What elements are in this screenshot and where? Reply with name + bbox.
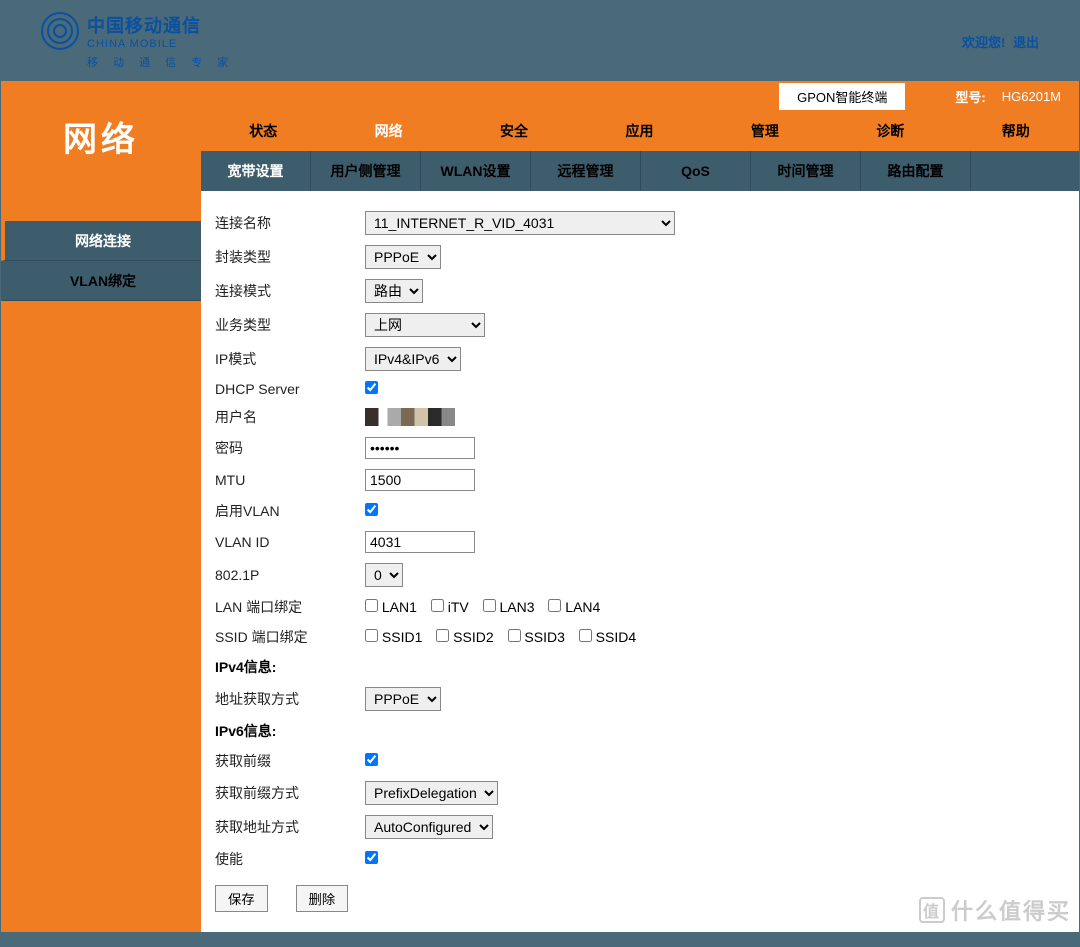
dhcp-label: DHCP Server <box>215 381 365 397</box>
ipv6-prefix-checkbox[interactable] <box>365 753 378 766</box>
watermark-text: 什么值得买 <box>951 894 1071 926</box>
nav-status[interactable]: 状态 <box>201 111 326 151</box>
nav-network[interactable]: 网络 <box>326 111 451 151</box>
ssid4-label: SSID4 <box>596 629 636 645</box>
conn-name-label: 连接名称 <box>215 213 365 233</box>
main-nav: 状态 网络 安全 应用 管理 诊断 帮助 <box>201 111 1079 151</box>
brand-en: CHINA MOBILE <box>87 38 234 50</box>
ssid1-checkbox[interactable] <box>365 629 378 642</box>
sidebar-item-network-conn[interactable]: 网络连接 <box>1 221 201 261</box>
nav-security[interactable]: 安全 <box>452 111 577 151</box>
brand-cn: 中国移动通信 <box>87 12 234 38</box>
footer-bar <box>1 932 1079 946</box>
ssid-bind-label: SSID 端口绑定 <box>215 627 365 647</box>
ssid3-label: SSID3 <box>524 629 564 645</box>
ssid3-checkbox[interactable] <box>508 629 521 642</box>
conn-mode-label: 连接模式 <box>215 281 365 301</box>
ssid2-label: SSID2 <box>453 629 493 645</box>
lan3-label: LAN3 <box>499 599 534 615</box>
nav-manage[interactable]: 管理 <box>703 111 828 151</box>
ipv6-addr-mode-select[interactable]: AutoConfigured <box>365 815 493 839</box>
pwd-label: 密码 <box>215 438 365 458</box>
ipv6-prefix-mode-select[interactable]: PrefixDelegation <box>365 781 498 805</box>
logout-link[interactable]: 退出 <box>1013 35 1039 50</box>
subnav-userside[interactable]: 用户侧管理 <box>311 151 421 191</box>
page-title: 网络 <box>1 81 201 191</box>
content-panel: 连接名称 11_INTERNET_R_VID_4031 封装类型 PPPoE 连… <box>201 191 1079 932</box>
encap-select[interactable]: PPPoE <box>365 245 441 269</box>
mtu-label: MTU <box>215 472 365 488</box>
info-bar: GPON智能终端 型号: HG6201M <box>201 81 1079 111</box>
lan1-checkbox[interactable] <box>365 599 378 612</box>
ssid4-checkbox[interactable] <box>579 629 592 642</box>
encap-label: 封装类型 <box>215 247 365 267</box>
nav-help[interactable]: 帮助 <box>954 111 1079 151</box>
conn-name-select[interactable]: 11_INTERNET_R_VID_4031 <box>365 211 675 235</box>
model-label: 型号: <box>945 83 995 110</box>
enable-label: 使能 <box>215 849 365 869</box>
vlan-en-label: 启用VLAN <box>215 501 365 521</box>
gpon-label: GPON智能终端 <box>779 83 905 110</box>
ipv4-addr-mode-label: 地址获取方式 <box>215 689 365 709</box>
model-value: HG6201M <box>996 85 1067 108</box>
watermark: 值 什么值得买 <box>919 894 1071 926</box>
brand-logo: 中国移动通信 CHINA MOBILE 移 动 通 信 专 家 <box>41 12 234 70</box>
subnav-time[interactable]: 时间管理 <box>751 151 861 191</box>
ssid1-label: SSID1 <box>382 629 422 645</box>
sidebar-item-vlan-bind[interactable]: VLAN绑定 <box>1 261 201 301</box>
lan4-checkbox[interactable] <box>548 599 561 612</box>
welcome-text: 欢迎您! <box>962 35 1005 50</box>
lan-bind-label: LAN 端口绑定 <box>215 597 365 617</box>
subnav-qos[interactable]: QoS <box>641 151 751 191</box>
8021p-label: 802.1P <box>215 567 365 583</box>
service-label: 业务类型 <box>215 315 365 335</box>
header: 中国移动通信 CHINA MOBILE 移 动 通 信 专 家 欢迎您! 退出 <box>1 1 1079 81</box>
8021p-select[interactable]: 0 <box>365 563 403 587</box>
conn-mode-select[interactable]: 路由 <box>365 279 423 303</box>
sub-nav: 宽带设置 用户侧管理 WLAN设置 远程管理 QoS 时间管理 路由配置 <box>201 151 1079 191</box>
lan3-checkbox[interactable] <box>483 599 496 612</box>
user-label: 用户名 <box>215 407 365 427</box>
lan1-label: LAN1 <box>382 599 417 615</box>
brand-sub: 移 动 通 信 专 家 <box>87 54 234 70</box>
dhcp-checkbox[interactable] <box>365 381 378 394</box>
subnav-broadband[interactable]: 宽带设置 <box>201 151 311 191</box>
subnav-wlan[interactable]: WLAN设置 <box>421 151 531 191</box>
service-select[interactable]: 上网 <box>365 313 485 337</box>
welcome-block: 欢迎您! 退出 <box>962 32 1039 51</box>
ipv4-addr-mode-select[interactable]: PPPoE <box>365 687 441 711</box>
ip-mode-select[interactable]: IPv4&IPv6 <box>365 347 461 371</box>
nav-app[interactable]: 应用 <box>577 111 702 151</box>
ipv6-prefix-mode-label: 获取前缀方式 <box>215 783 365 803</box>
delete-button[interactable]: 删除 <box>296 885 349 912</box>
ipv6-addr-mode-label: 获取地址方式 <box>215 817 365 837</box>
lan4-label: LAN4 <box>565 599 600 615</box>
ipv6-prefix-label: 获取前缀 <box>215 751 365 771</box>
itv-checkbox[interactable] <box>431 599 444 612</box>
ssid2-checkbox[interactable] <box>436 629 449 642</box>
vlan-id-input[interactable] <box>365 531 475 553</box>
vlan-id-label: VLAN ID <box>215 534 365 550</box>
mtu-input[interactable] <box>365 469 475 491</box>
nav-diag[interactable]: 诊断 <box>828 111 953 151</box>
subnav-route[interactable]: 路由配置 <box>861 151 971 191</box>
china-mobile-logo-icon <box>41 12 79 50</box>
password-input[interactable] <box>365 437 475 459</box>
vlan-en-checkbox[interactable] <box>365 503 378 516</box>
subnav-remote[interactable]: 远程管理 <box>531 151 641 191</box>
ip-mode-label: IP模式 <box>215 349 365 369</box>
itv-label: iTV <box>448 599 469 615</box>
username-obscured <box>365 408 455 426</box>
enable-checkbox[interactable] <box>365 851 378 864</box>
ipv6-section-head: IPv6信息: <box>215 721 1065 741</box>
watermark-icon: 值 <box>919 897 945 923</box>
save-button[interactable]: 保存 <box>215 885 268 912</box>
ipv4-section-head: IPv4信息: <box>215 657 1065 677</box>
sidebar: 网络连接 VLAN绑定 <box>1 191 201 932</box>
